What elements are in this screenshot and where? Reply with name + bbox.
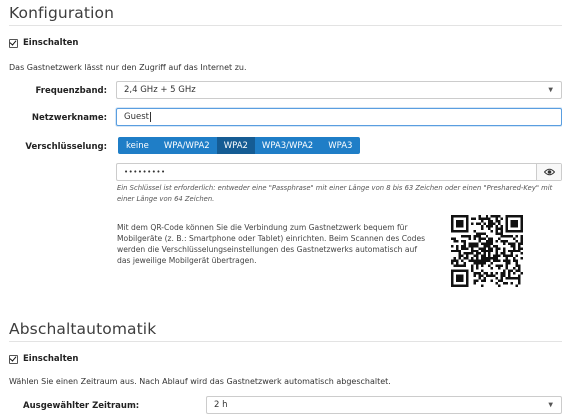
key-value: ••••••••• bbox=[124, 168, 166, 176]
section-title-abschaltautomatik: Abschaltautomatik bbox=[9, 320, 157, 338]
qr-code-svg bbox=[451, 215, 523, 287]
enable-auto-off-checkbox[interactable]: Einschalten bbox=[9, 354, 78, 364]
show-password-button[interactable] bbox=[536, 164, 561, 180]
encryption-label: Verschlüsselung: bbox=[25, 142, 107, 152]
chevron-down-icon: ▼ bbox=[548, 401, 553, 409]
enable-label: Einschalten bbox=[23, 354, 79, 364]
key-input[interactable]: ••••••••• bbox=[116, 163, 562, 181]
network-name-label: Netzwerkname: bbox=[31, 113, 107, 123]
section-divider bbox=[9, 341, 562, 342]
encryption-option-wpa3[interactable]: WPA3 bbox=[320, 137, 360, 154]
network-name-value: Guest bbox=[124, 112, 149, 122]
period-select[interactable]: 2 h ▼ bbox=[206, 396, 562, 414]
encryption-option-wpa-wpa2[interactable]: WPA/WPA2 bbox=[157, 137, 217, 154]
encryption-segmented-control: keine WPA/WPA2 WPA2 WPA3/WPA2 WPA3 bbox=[118, 137, 361, 154]
section-divider bbox=[9, 25, 562, 26]
text-cursor bbox=[149, 112, 151, 122]
checkbox-checked-icon bbox=[9, 38, 18, 48]
chevron-down-icon: ▼ bbox=[548, 86, 553, 94]
qr-code-image bbox=[451, 215, 523, 287]
period-value: 2 h bbox=[214, 400, 228, 410]
encryption-option-wpa2[interactable]: WPA2 bbox=[216, 137, 255, 154]
qr-description: Mit dem QR-Code können Sie die Verbindun… bbox=[117, 223, 426, 265]
frequency-label: Frequenzband: bbox=[35, 86, 107, 96]
auto-off-description: Wählen Sie einen Zeitraum aus. Nach Abla… bbox=[9, 377, 391, 386]
period-label: Ausgewählter Zeitraum: bbox=[23, 401, 140, 411]
encryption-option-keine[interactable]: keine bbox=[118, 137, 157, 154]
key-hint: Ein Schlüssel ist erforderlich: entweder… bbox=[117, 184, 553, 203]
network-name-input[interactable]: Guest bbox=[116, 108, 562, 126]
enable-label: Einschalten bbox=[23, 38, 79, 48]
encryption-option-wpa3-wpa2[interactable]: WPA3/WPA2 bbox=[255, 137, 320, 154]
checkbox-checked-icon bbox=[9, 354, 18, 364]
eye-icon bbox=[543, 168, 555, 176]
guest-description: Das Gastnetzwerk lässt nur den Zugriff a… bbox=[9, 63, 247, 72]
enable-guest-checkbox[interactable]: Einschalten bbox=[9, 38, 78, 48]
frequency-value: 2,4 GHz + 5 GHz bbox=[124, 85, 196, 95]
section-title-konfiguration: Konfiguration bbox=[9, 4, 114, 22]
frequency-select[interactable]: 2,4 GHz + 5 GHz ▼ bbox=[116, 81, 562, 99]
